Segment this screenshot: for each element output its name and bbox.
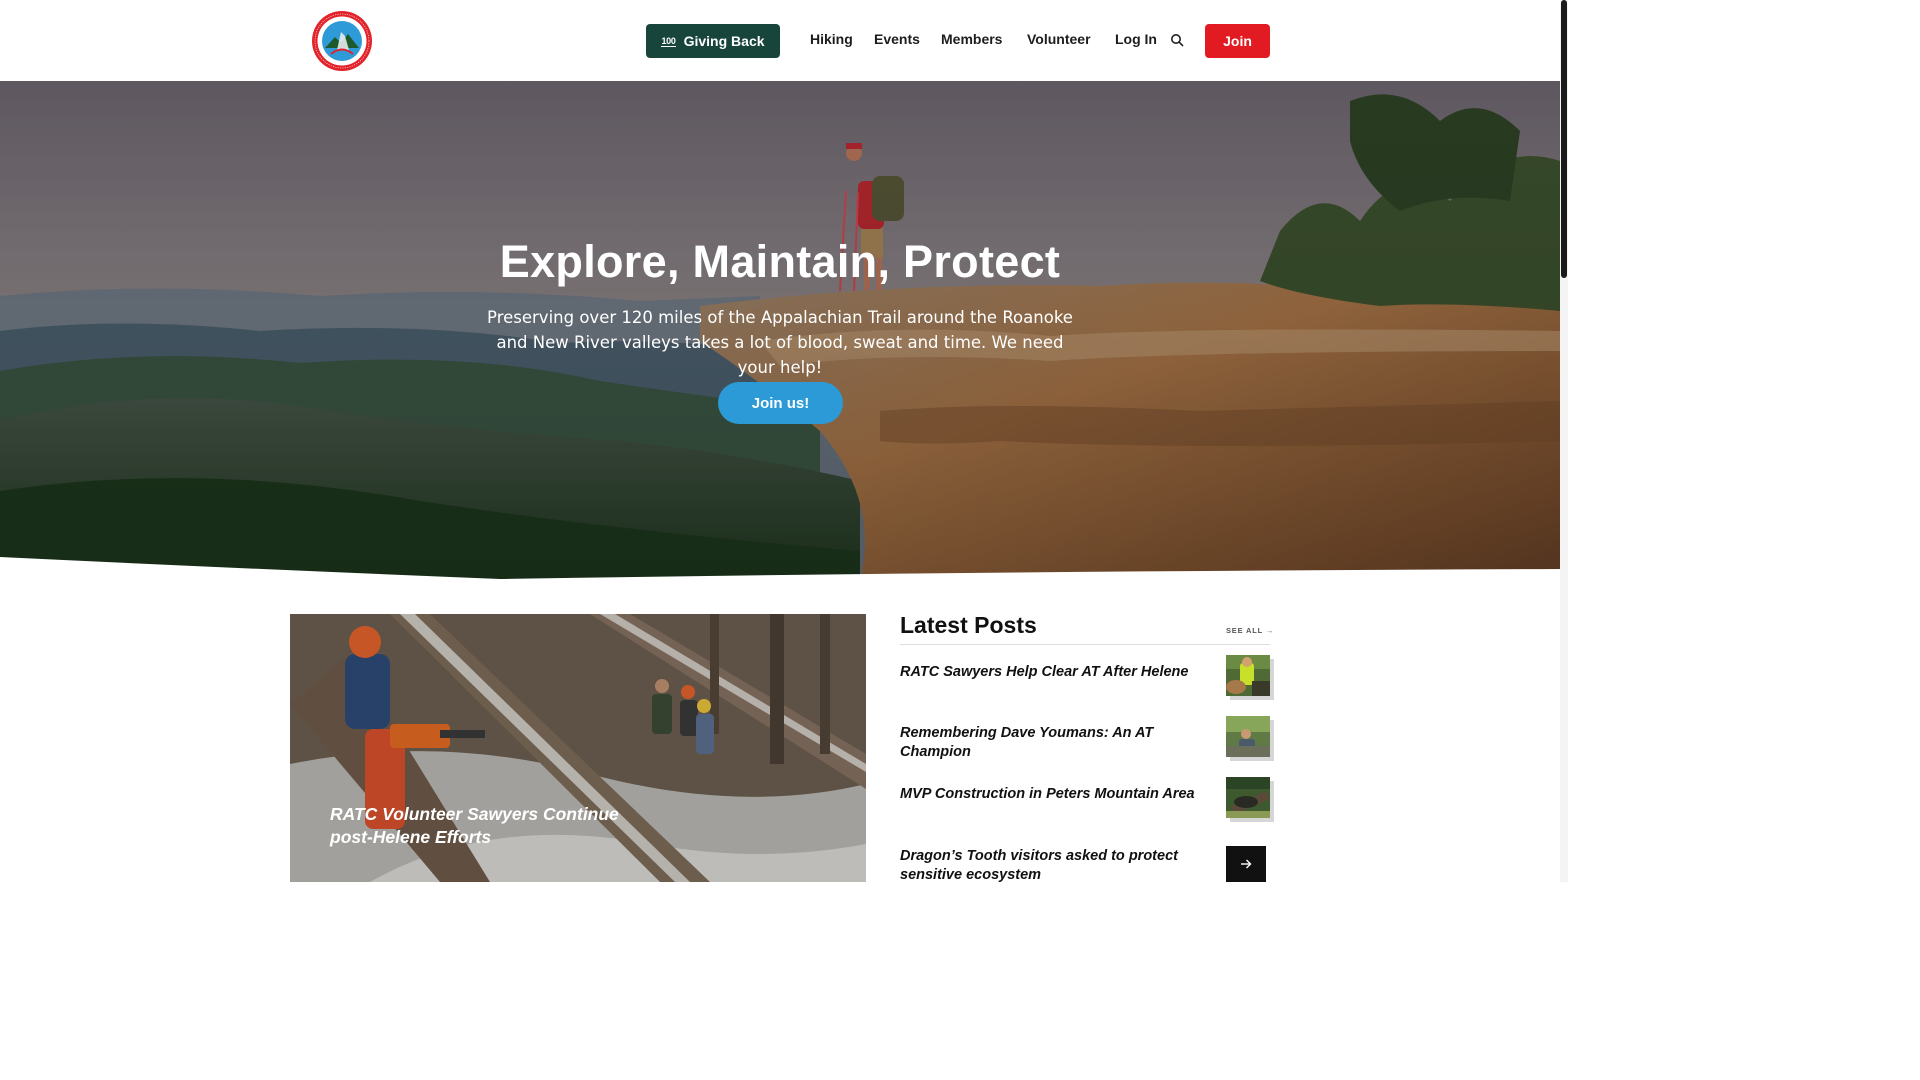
join-us-button[interactable]: Join us!: [718, 382, 843, 424]
post-title[interactable]: MVP Construction in Peters Mountain Area: [900, 785, 1200, 804]
post-thumbnail[interactable]: [1226, 716, 1270, 757]
site-header: 100 Giving Back Hiking Events Members Vo…: [0, 0, 1560, 81]
page-scrollbar[interactable]: [1560, 0, 1568, 882]
join-button[interactable]: Join: [1205, 24, 1270, 58]
hero-section: Explore, Maintain, Protect Preserving ov…: [0, 81, 1560, 581]
latest-posts-heading: Latest Posts: [900, 612, 1037, 638]
nav-hiking[interactable]: Hiking: [810, 31, 853, 47]
hero-title: Explore, Maintain, Protect: [499, 236, 1061, 287]
post-title[interactable]: Remembering Dave Youmans: An AT Champion: [900, 724, 1200, 762]
divider: [900, 644, 1270, 645]
post-thumbnail[interactable]: [1226, 655, 1270, 696]
nav-log-in[interactable]: Log In: [1115, 31, 1157, 47]
arrow-right-icon: [1241, 859, 1252, 869]
see-all-link[interactable]: SEE ALL →: [1226, 626, 1274, 635]
giving-back-label: Giving Back: [683, 33, 765, 49]
next-arrow-button[interactable]: [1226, 846, 1266, 882]
featured-post-title[interactable]: RATC Volunteer Sawyers Continue post-Hel…: [330, 803, 650, 849]
nav-volunteer[interactable]: Volunteer: [1027, 31, 1091, 47]
post-title[interactable]: RATC Sawyers Help Clear AT After Helene: [900, 663, 1200, 682]
hero-subtitle: Preserving over 120 miles of the Appalac…: [487, 308, 1073, 377]
nav-members[interactable]: Members: [941, 31, 1002, 47]
site-logo[interactable]: [311, 10, 373, 72]
featured-post-card[interactable]: RATC Volunteer Sawyers Continue post-Hel…: [290, 614, 866, 882]
giving-back-button[interactable]: 100 Giving Back: [646, 24, 780, 58]
post-title[interactable]: Dragon’s Tooth visitors asked to protect…: [900, 847, 1200, 885]
post-thumbnail[interactable]: [1226, 777, 1270, 818]
hundred-icon: 100: [661, 35, 676, 47]
scrollbar-thumb[interactable]: [1561, 0, 1567, 278]
see-all-label: SEE ALL: [1226, 626, 1263, 635]
arrow-right-icon: →: [1265, 626, 1275, 635]
search-icon[interactable]: [1170, 33, 1184, 47]
nav-events[interactable]: Events: [874, 31, 920, 47]
